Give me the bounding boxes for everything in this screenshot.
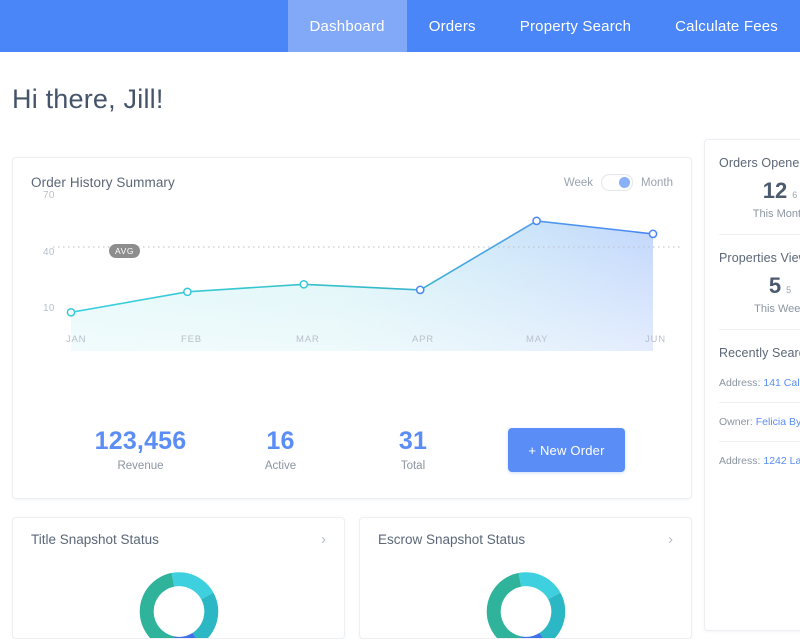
nav-brand-space [0,0,288,52]
top-navigation-bar: Dashboard Orders Property Search Calcula… [0,0,800,52]
escrow-snapshot-header: Escrow Snapshot Status › [360,518,691,547]
metric-properties-viewed-figure: 5 5 [719,275,800,297]
right-side-panel: Orders Opened 12 6 This Month Properties… [704,139,800,631]
stat-revenue: 123,456 Revenue [68,428,213,473]
page-title: Hi there, Jill! [12,84,164,115]
x-axis-tick-may: MAY [526,334,548,345]
recent-search-label: Address: [719,377,760,389]
recent-search-value[interactable]: 141 Calb [763,377,800,389]
main-column: Order History Summary Week Month [12,157,692,499]
x-axis-tick-jan: JAN [66,334,86,345]
y-axis-tick-40: 40 [43,247,55,258]
stat-active: 16 Active [213,428,348,473]
stat-active-label: Active [213,460,348,472]
dashboard-page: Dashboard Orders Property Search Calcula… [0,0,800,600]
nav-item-dashboard[interactable]: Dashboard [288,0,407,52]
metric-orders-opened-period: This Month [719,208,800,220]
chart-data-point-may[interactable] [533,217,540,224]
escrow-snapshot-donut-chart [451,564,601,639]
escrow-snapshot-card[interactable]: Escrow Snapshot Status › [359,517,692,639]
x-axis-tick-apr: APR [412,334,434,345]
x-axis-tick-feb: FEB [181,334,202,345]
metric-properties-viewed-period: This Week [719,303,800,315]
nav-item-property-search[interactable]: Property Search [498,0,653,52]
chart-data-point-jan[interactable] [67,309,74,316]
metric-properties-viewed-delta: 5 [786,285,791,295]
donut-segment [486,612,521,639]
stat-total-value: 31 [348,428,478,456]
chart-data-point-apr[interactable] [417,286,424,293]
order-history-chart: 70 40 10 AVG JAN FEB MAR APR MAY JUN [13,206,691,406]
title-snapshot-donut-holder [13,564,344,639]
stat-active-value: 16 [213,428,348,456]
toggle-label-week: Week [564,177,593,189]
nav-item-dashboard-label: Dashboard [310,18,385,35]
metric-orders-opened-figure: 12 6 [719,180,800,202]
nav-item-calculate-fees[interactable]: Calculate Fees [653,0,800,52]
stat-total: 31 Total [348,428,478,473]
nav-item-orders[interactable]: Orders [407,0,498,52]
donut-segment [486,573,521,612]
new-order-button[interactable]: + New Order [508,428,625,472]
y-axis-tick-70: 70 [43,190,55,201]
recent-search-value[interactable]: Felicia By [756,416,800,428]
title-snapshot-title: Title Snapshot Status [31,532,159,547]
donut-segment [139,612,174,639]
recent-search-item[interactable]: Address: 141 Calb [705,364,800,402]
recently-searched-section: Recently Searched [705,330,800,364]
order-history-card: Order History Summary Week Month [12,157,692,499]
title-snapshot-header: Title Snapshot Status › [13,518,344,547]
metric-properties-viewed-number: 5 [769,275,781,297]
metric-orders-opened-title: Orders Opened [719,156,800,170]
recent-search-value[interactable]: 1242 La [763,455,800,467]
metric-properties-viewed: Properties Viewed 5 5 This Week [705,235,800,329]
average-line-badge: AVG [109,244,140,258]
toggle-knob [619,177,630,188]
snapshot-cards-row: Title Snapshot Status › Escrow Snapshot … [12,517,692,639]
order-history-header: Order History Summary Week Month [13,158,691,206]
chevron-right-icon[interactable]: › [321,532,326,547]
metric-orders-opened-number: 12 [763,180,787,202]
x-axis-tick-jun: JUN [645,334,666,345]
escrow-snapshot-donut-holder [360,564,691,639]
metric-orders-opened-delta: 6 [792,190,797,200]
x-axis-tick-mar: MAR [296,334,320,345]
escrow-snapshot-title: Escrow Snapshot Status [378,532,525,547]
chevron-right-icon[interactable]: › [668,532,673,547]
donut-segment [518,572,560,599]
stat-total-label: Total [348,460,478,472]
recent-search-label: Owner: [719,416,753,428]
week-month-toggle[interactable]: Week Month [564,174,673,191]
recent-search-item[interactable]: Address: 1242 La [705,442,800,480]
y-axis-tick-10: 10 [43,303,55,314]
metric-properties-viewed-title: Properties Viewed [719,251,800,265]
recently-searched-title: Recently Searched [719,346,800,360]
metric-orders-opened: Orders Opened 12 6 This Month [705,140,800,234]
chart-data-point-mar[interactable] [300,281,307,288]
nav-item-property-search-label: Property Search [520,18,631,35]
recent-search-item[interactable]: Owner: Felicia By [705,403,800,441]
toggle-switch[interactable] [601,174,633,191]
nav-item-calculate-fees-label: Calculate Fees [675,18,778,35]
order-history-title: Order History Summary [31,175,175,190]
donut-segment [171,572,213,599]
order-stats-row: 123,456 Revenue 16 Active 31 Total + New… [13,402,691,498]
chart-data-point-jun[interactable] [649,230,656,237]
stat-revenue-label: Revenue [68,460,213,472]
donut-segment [139,573,174,612]
title-snapshot-card[interactable]: Title Snapshot Status › [12,517,345,639]
title-snapshot-donut-chart [104,564,254,639]
chart-data-point-feb[interactable] [184,288,191,295]
stat-revenue-value: 123,456 [68,428,213,456]
chart-svg [13,206,693,406]
toggle-label-month: Month [641,177,673,189]
nav-item-orders-label: Orders [429,18,476,35]
recent-search-label: Address: [719,455,760,467]
